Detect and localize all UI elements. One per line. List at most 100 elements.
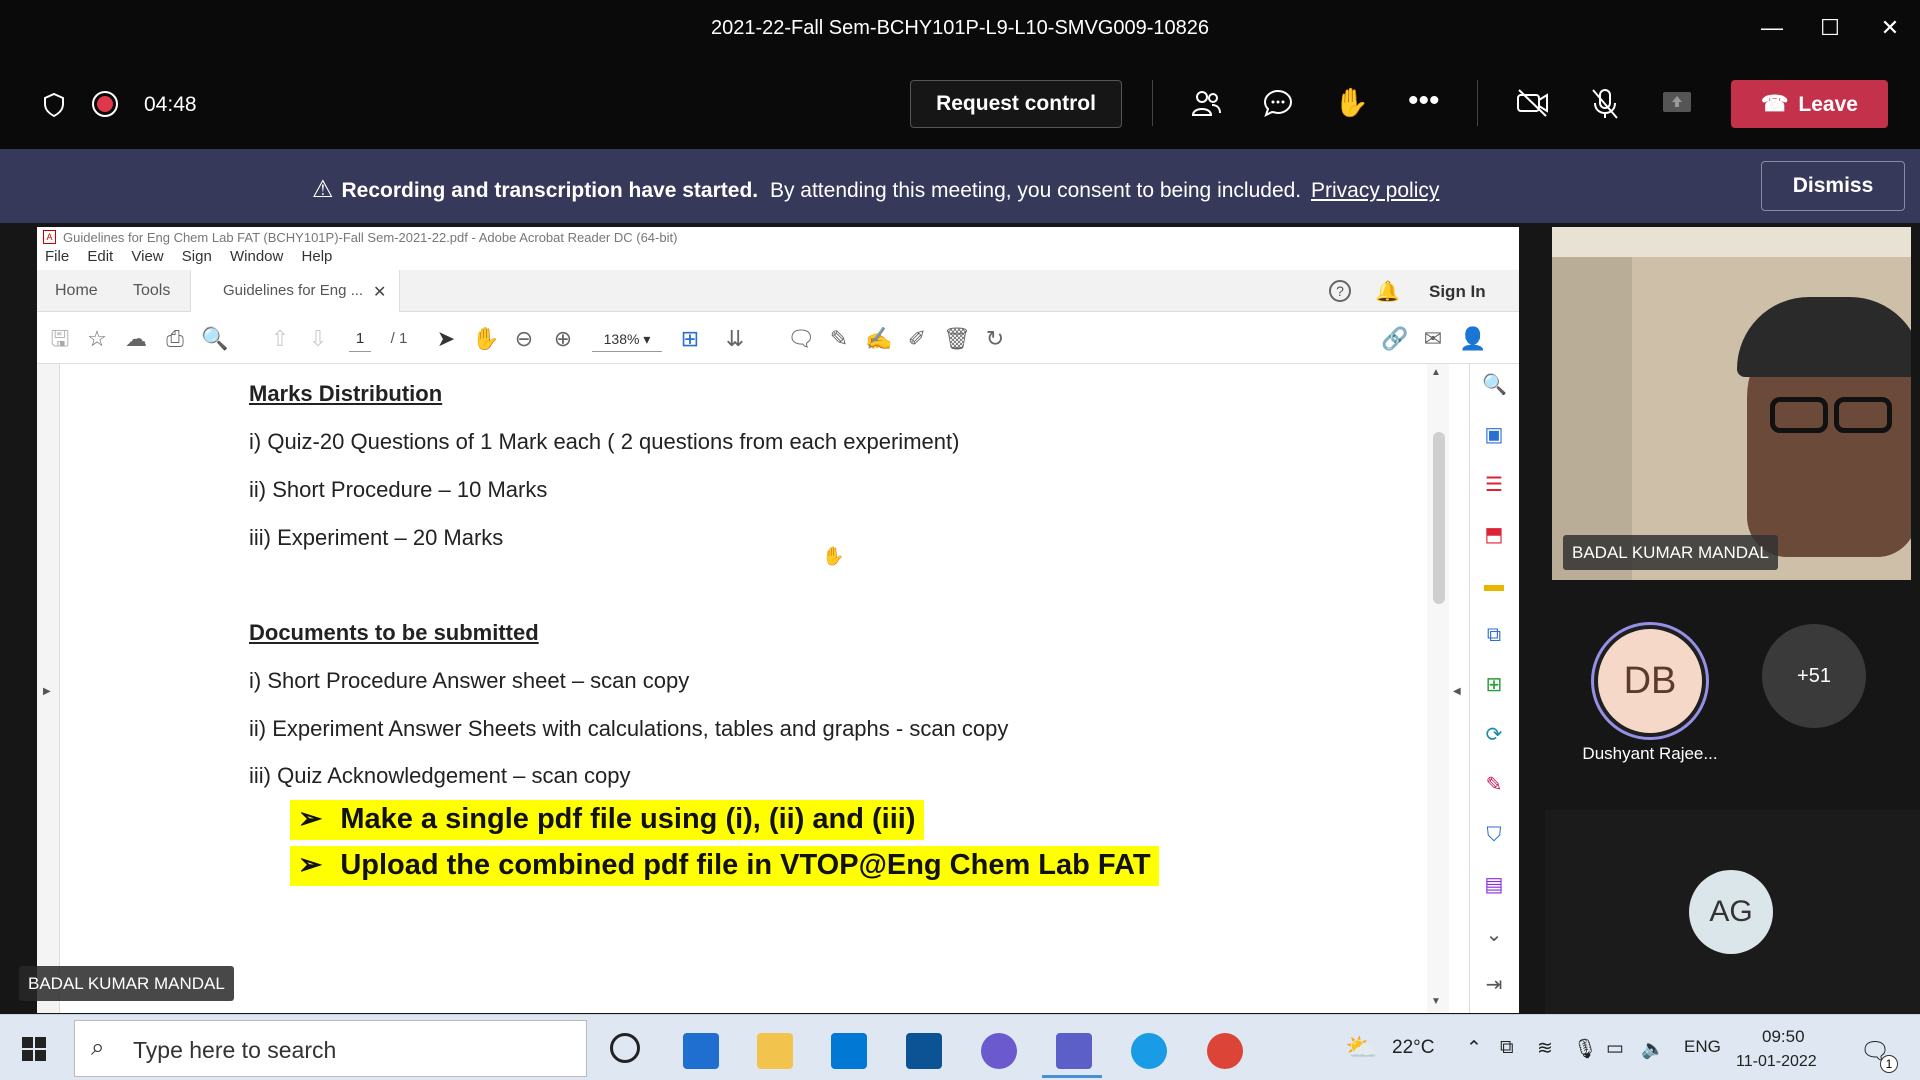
print-icon[interactable]: ⎙ — [162, 326, 188, 352]
scrollbar-thumb[interactable] — [1433, 432, 1445, 604]
edge-icon[interactable] — [1131, 1033, 1167, 1069]
close-icon[interactable]: ✕ — [1876, 14, 1904, 42]
fill-sign-icon[interactable]: ✎ — [1482, 773, 1506, 797]
rotate-icon[interactable]: ↻ — [982, 326, 1008, 352]
volume-icon[interactable]: 🔈 — [1641, 1037, 1665, 1061]
zoom-select[interactable]: 138% ▾ — [592, 326, 662, 352]
zoom-out-icon[interactable]: ⊖ — [511, 326, 537, 352]
chat-icon[interactable] — [1262, 88, 1294, 123]
organize-pages-icon[interactable]: ☰ — [1482, 473, 1506, 497]
more-participants-button[interactable]: +51 — [1762, 624, 1866, 728]
chrome-icon[interactable] — [1207, 1033, 1243, 1069]
select-cursor-icon[interactable]: ➤ — [433, 326, 459, 352]
draw-icon[interactable]: ✍ — [865, 326, 892, 352]
edit-pdf-icon[interactable]: ⊞ — [1482, 673, 1506, 697]
search-placeholder: Type here to search — [133, 1037, 337, 1063]
tab-tools[interactable]: Tools — [133, 282, 170, 300]
fit-page-icon[interactable]: ⊞ — [677, 326, 703, 352]
scan-ocr-icon[interactable]: ⟳ — [1482, 723, 1506, 747]
next-page-icon[interactable]: ⇩ — [305, 326, 331, 352]
avatar[interactable]: DB — [1591, 622, 1709, 740]
mail-icon[interactable] — [683, 1033, 719, 1069]
tab-home[interactable]: Home — [55, 282, 98, 300]
dismiss-button[interactable]: Dismiss — [1761, 161, 1905, 211]
file-explorer-icon[interactable] — [757, 1033, 793, 1069]
save-icon[interactable]: 🖫 — [47, 326, 73, 352]
page-number-input[interactable]: 1 — [349, 326, 371, 352]
taskbar-search[interactable]: ⌕ Type here to search — [74, 1020, 587, 1077]
wifi-icon[interactable]: ≋ — [1537, 1037, 1553, 1060]
collapse-panel-icon[interactable]: ⇥ — [1482, 973, 1506, 997]
clock-date[interactable]: 11-01-2022 — [1736, 1053, 1817, 1071]
app-icon[interactable] — [981, 1033, 1017, 1069]
menu-file[interactable]: File — [45, 248, 69, 265]
clock-time[interactable]: 09:50 — [1762, 1027, 1805, 1047]
people-icon[interactable] — [1190, 88, 1222, 123]
help-icon[interactable]: ? — [1329, 280, 1351, 302]
comment-tool-icon[interactable]: ▬ — [1482, 573, 1506, 597]
privacy-policy-link[interactable]: Privacy policy — [1311, 179, 1439, 202]
more-options-icon[interactable]: ••• — [1408, 84, 1440, 118]
bell-icon[interactable]: 🔔 — [1375, 279, 1400, 304]
raise-hand-icon[interactable]: ✋ — [1334, 86, 1369, 119]
stamp-icon[interactable]: ✐ — [904, 326, 930, 352]
zoom-tool-icon[interactable]: 🔍 — [1482, 373, 1507, 397]
left-panel-toggle[interactable]: ▶ — [37, 364, 59, 1013]
combine-files-icon[interactable]: ⧉ — [1482, 623, 1506, 647]
cortana-icon[interactable] — [610, 1033, 640, 1063]
request-control-button[interactable]: Request control — [910, 80, 1122, 128]
camera-off-icon[interactable] — [1516, 88, 1550, 123]
more-tools-chevron-icon[interactable]: ⌄ — [1482, 923, 1506, 947]
comment-icon[interactable]: 🗨 — [787, 326, 815, 352]
hand-tool-icon[interactable]: ✋ — [472, 326, 499, 352]
microphone-icon[interactable]: 🎙 — [1573, 1037, 1597, 1061]
teams-icon[interactable] — [1056, 1033, 1092, 1069]
menu-sign[interactable]: Sign — [182, 248, 212, 265]
sign-in-link[interactable]: Sign In — [1429, 282, 1486, 302]
battery-icon[interactable]: ▭ — [1606, 1037, 1624, 1060]
vertical-scrollbar[interactable]: ▲ ▼ — [1427, 364, 1449, 1013]
export-pdf-icon[interactable]: ⬒ — [1482, 523, 1506, 547]
leave-button[interactable]: ☎ Leave — [1731, 80, 1888, 128]
scroll-up-icon[interactable]: ▲ — [1431, 367, 1441, 378]
meet-now-icon[interactable]: ⧉ — [1500, 1037, 1514, 1059]
prev-page-icon[interactable]: ⇧ — [267, 326, 293, 352]
menu-window[interactable]: Window — [230, 248, 283, 265]
highlight-pen-icon[interactable]: ✎ — [826, 326, 852, 352]
microsoft-store-icon[interactable] — [831, 1033, 867, 1069]
protect-icon[interactable]: ⛉ — [1482, 823, 1506, 847]
menu-help[interactable]: Help — [302, 248, 333, 265]
avatar[interactable]: AG — [1689, 870, 1773, 954]
weather-icon[interactable]: ⛅ — [1345, 1032, 1377, 1063]
banner-text: By attending this meeting, you consent t… — [769, 179, 1302, 202]
language-indicator[interactable]: ENG — [1684, 1037, 1721, 1057]
delete-icon[interactable]: 🗑 — [943, 326, 971, 352]
weather-temp[interactable]: 22°C — [1392, 1037, 1434, 1059]
scroll-down-icon[interactable]: ▼ — [1431, 996, 1441, 1007]
scroll-mode-icon[interactable]: ⇊ — [722, 326, 748, 352]
windows-start-icon[interactable] — [22, 1037, 46, 1066]
expand-left-icon[interactable]: ▶ — [43, 686, 51, 697]
tab-document[interactable]: Guidelines for Eng ... ✕ — [190, 270, 400, 312]
menu-view[interactable]: View — [131, 248, 163, 265]
zoom-search-icon[interactable]: 🔍 — [201, 326, 228, 352]
star-icon[interactable]: ☆ — [84, 326, 110, 352]
maximize-icon[interactable]: ☐ — [1816, 14, 1844, 42]
mic-off-icon[interactable] — [1590, 88, 1620, 125]
zoom-in-icon[interactable]: ⊕ — [550, 326, 576, 352]
share-user-icon[interactable]: 👤 — [1459, 326, 1486, 352]
menu-edit[interactable]: Edit — [87, 248, 113, 265]
create-pdf-icon[interactable]: ▣ — [1482, 423, 1506, 447]
close-tab-icon[interactable]: ✕ — [373, 282, 386, 302]
participant-video[interactable] — [1552, 227, 1911, 580]
acrobat-toolbar: 🖫 ☆ ☁ ⎙ 🔍 ⇧ ⇩ 1 / 1 ➤ ✋ ⊖ ⊕ 138% ▾ ⊞ ⇊ 🗨… — [37, 312, 1519, 364]
show-hidden-icon[interactable]: ⌃ — [1466, 1037, 1482, 1060]
link-icon[interactable]: 🔗 — [1381, 326, 1408, 352]
email-icon[interactable]: ✉ — [1420, 326, 1446, 352]
upload-cloud-icon[interactable]: ☁ — [123, 326, 149, 352]
minimize-icon[interactable]: — — [1758, 14, 1786, 42]
forms-icon[interactable]: ▤ — [1482, 873, 1506, 897]
share-tray-icon[interactable] — [1662, 90, 1692, 121]
dell-icon[interactable] — [906, 1033, 942, 1069]
collapse-right-icon[interactable]: ◀ — [1453, 686, 1461, 697]
